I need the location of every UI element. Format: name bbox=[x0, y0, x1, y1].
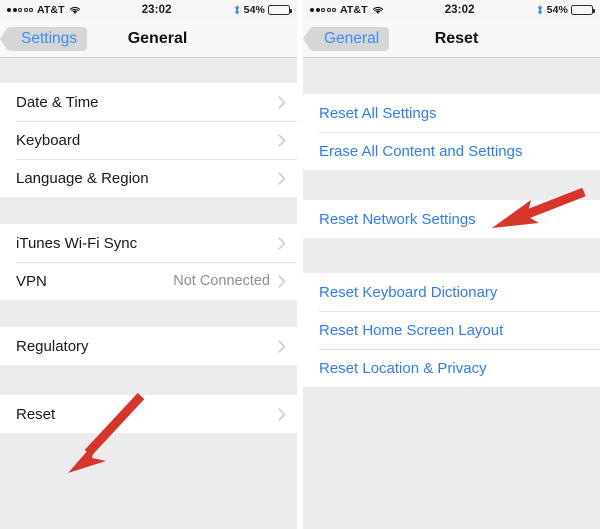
row-vpn[interactable]: VPN Not Connected bbox=[0, 262, 297, 300]
settings-list-general: Date & Time Keyboard Language & Region i… bbox=[0, 58, 297, 433]
row-reset-home-screen-layout[interactable]: Reset Home Screen Layout bbox=[303, 311, 600, 349]
cellular-signal-dots bbox=[310, 8, 336, 12]
list-group-2: iTunes Wi-Fi Sync VPN Not Connected bbox=[0, 224, 297, 300]
row-label: Reset Home Screen Layout bbox=[319, 321, 504, 339]
screenshot-canvas: AT&T 23:02 54% Settings General Date & T… bbox=[0, 0, 600, 529]
bluetooth-icon bbox=[537, 5, 542, 15]
status-bar-general: AT&T 23:02 54% bbox=[0, 0, 297, 20]
row-label: Reset bbox=[16, 405, 56, 423]
row-language-and-region[interactable]: Language & Region bbox=[0, 159, 297, 197]
list-group-4: Reset bbox=[0, 395, 297, 433]
list-gap bbox=[303, 238, 600, 273]
bluetooth-icon bbox=[234, 5, 239, 15]
row-label: Reset All Settings bbox=[319, 104, 437, 122]
status-bar-right: 54% bbox=[536, 4, 595, 16]
back-button-label: General bbox=[324, 29, 380, 47]
chevron-right-icon bbox=[278, 274, 286, 288]
row-label: Reset Location & Privacy bbox=[319, 359, 487, 377]
carrier-label: AT&T bbox=[340, 4, 368, 16]
row-reset-all-settings[interactable]: Reset All Settings bbox=[303, 94, 600, 132]
status-bar-clock: 23:02 bbox=[444, 4, 475, 16]
chevron-right-icon bbox=[278, 95, 286, 109]
row-label: Reset Keyboard Dictionary bbox=[319, 283, 498, 301]
row-date-and-time[interactable]: Date & Time bbox=[0, 83, 297, 121]
row-reset[interactable]: Reset bbox=[0, 395, 297, 433]
row-label: Reset Network Settings bbox=[319, 210, 476, 228]
screen-general: AT&T 23:02 54% Settings General Date & T… bbox=[0, 0, 297, 529]
list-gap bbox=[303, 58, 600, 94]
chevron-right-icon bbox=[278, 407, 286, 421]
battery-icon bbox=[571, 5, 595, 15]
wifi-icon bbox=[69, 6, 80, 14]
carrier-label: AT&T bbox=[37, 4, 65, 16]
list-group-1: Date & Time Keyboard Language & Region bbox=[0, 83, 297, 197]
row-erase-all-content-and-settings[interactable]: Erase All Content and Settings bbox=[303, 132, 600, 170]
row-label: Date & Time bbox=[16, 93, 99, 111]
battery-percent-label: 54% bbox=[546, 4, 568, 16]
back-button-general[interactable]: General bbox=[303, 26, 390, 51]
nav-bar-reset: General Reset bbox=[303, 20, 600, 58]
status-bar-clock: 23:02 bbox=[141, 4, 172, 16]
chevron-right-icon bbox=[278, 236, 286, 250]
row-label: Language & Region bbox=[16, 169, 149, 187]
row-label: VPN bbox=[16, 272, 47, 290]
chevron-right-icon bbox=[278, 133, 286, 147]
row-reset-keyboard-dictionary[interactable]: Reset Keyboard Dictionary bbox=[303, 273, 600, 311]
status-bar-reset: AT&T 23:02 54% bbox=[303, 0, 600, 20]
settings-list-reset: Reset All Settings Erase All Content and… bbox=[303, 58, 600, 387]
status-bar-left: AT&T bbox=[310, 4, 384, 16]
battery-icon bbox=[268, 5, 292, 15]
status-bar-left: AT&T bbox=[7, 4, 81, 16]
back-button-label: Settings bbox=[21, 29, 78, 47]
list-group-2: Reset Network Settings bbox=[303, 200, 600, 238]
list-gap bbox=[0, 300, 297, 327]
list-gap bbox=[0, 58, 297, 83]
row-label: iTunes Wi-Fi Sync bbox=[16, 234, 138, 252]
row-value-vpn-status: Not Connected bbox=[173, 273, 270, 289]
status-bar-right: 54% bbox=[233, 4, 292, 16]
row-itunes-wifi-sync[interactable]: iTunes Wi-Fi Sync bbox=[0, 224, 297, 262]
row-keyboard[interactable]: Keyboard bbox=[0, 121, 297, 159]
back-button-settings[interactable]: Settings bbox=[0, 26, 88, 51]
wifi-icon bbox=[372, 6, 383, 14]
list-gap bbox=[0, 365, 297, 395]
row-regulatory[interactable]: Regulatory bbox=[0, 327, 297, 365]
row-reset-network-settings[interactable]: Reset Network Settings bbox=[303, 200, 600, 238]
battery-percent-label: 54% bbox=[243, 4, 265, 16]
list-group-3: Regulatory bbox=[0, 327, 297, 365]
row-reset-location-and-privacy[interactable]: Reset Location & Privacy bbox=[303, 349, 600, 387]
nav-bar-general: Settings General bbox=[0, 20, 297, 58]
chevron-right-icon bbox=[278, 171, 286, 185]
list-group-3: Reset Keyboard Dictionary Reset Home Scr… bbox=[303, 273, 600, 387]
list-group-1: Reset All Settings Erase All Content and… bbox=[303, 94, 600, 170]
list-gap bbox=[303, 170, 600, 200]
list-gap bbox=[0, 197, 297, 224]
chevron-right-icon bbox=[278, 339, 286, 353]
cellular-signal-dots bbox=[7, 8, 33, 12]
row-label: Erase All Content and Settings bbox=[319, 142, 523, 160]
row-label: Keyboard bbox=[16, 131, 81, 149]
row-label: Regulatory bbox=[16, 337, 89, 355]
screen-reset: AT&T 23:02 54% General Reset Reset All S… bbox=[303, 0, 600, 529]
